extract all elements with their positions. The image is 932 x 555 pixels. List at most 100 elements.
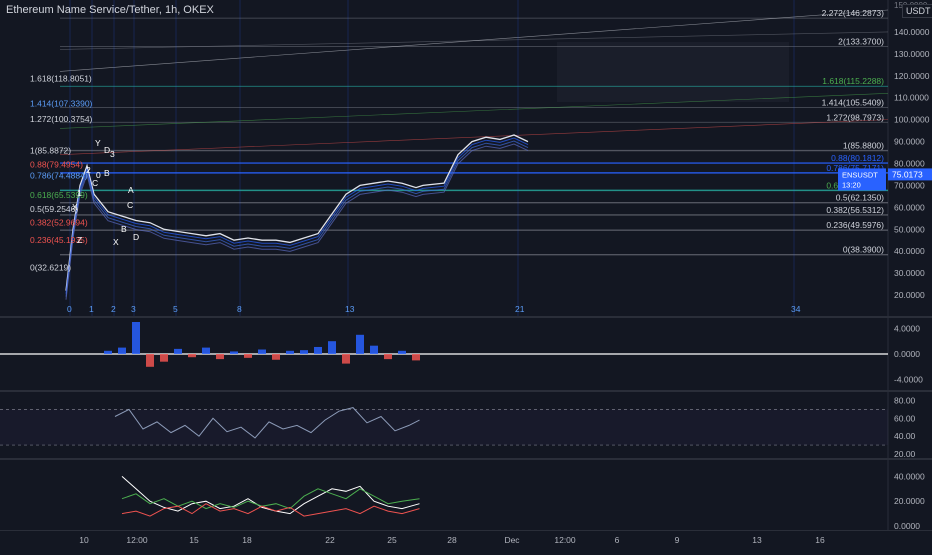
- osc1-histogram-bar: [398, 350, 406, 354]
- fib-right-label: 1.272(98.7973): [826, 112, 884, 122]
- price-axis-tick: 60.0000: [894, 202, 925, 212]
- osc1-axis-tick: -4.0000: [894, 375, 923, 385]
- time-axis-tick: 6: [615, 535, 620, 545]
- wave-count-label: 34: [791, 304, 801, 314]
- price-badge-value: 75.0173: [892, 169, 923, 179]
- osc3-axis-tick: 40.0000: [894, 471, 925, 481]
- osc1-axis-tick: 4.0000: [894, 323, 920, 333]
- osc1-histogram-bar: [174, 348, 182, 354]
- price-badge-timer: 13:20: [842, 180, 861, 189]
- osc1-histogram-bar: [146, 354, 154, 367]
- fib-right-label: 0.88(80.1812): [831, 153, 884, 163]
- osc1-histogram-bar: [286, 350, 294, 354]
- osc2-axis-tick: 60.00: [894, 413, 916, 423]
- osc2-axis-tick: 40.00: [894, 431, 916, 441]
- wave-count-label: 3: [131, 304, 136, 314]
- wave-count-label: 2: [111, 304, 116, 314]
- pattern-label: X: [113, 237, 119, 247]
- osc1-histogram-bar: [132, 322, 140, 354]
- fib-left-label: 1(85.8872): [30, 146, 71, 156]
- time-axis-tick: 9: [675, 535, 680, 545]
- osc1-histogram-bar: [342, 354, 350, 364]
- time-axis-tick: 13: [752, 535, 762, 545]
- wave-count-label: 21: [515, 304, 525, 314]
- osc1-histogram-bar: [384, 354, 392, 360]
- time-axis-tick: 25: [387, 535, 397, 545]
- pattern-label: X: [72, 202, 78, 212]
- fib-right-label: 0.236(49.5976): [826, 220, 884, 230]
- fib-left-label: 0.786(74.4884): [30, 171, 88, 181]
- price-axis-tick: 70.0000: [894, 180, 925, 190]
- wave-count-label: 5: [173, 304, 178, 314]
- osc1-histogram-bar: [328, 341, 336, 354]
- price-axis-tick: 100.0000: [894, 115, 930, 125]
- osc1-histogram-bar: [188, 354, 196, 358]
- time-axis-tick: 28: [447, 535, 457, 545]
- fib-left-label: 1.618(118.8051): [30, 73, 92, 83]
- fib-left-label: 0.382(52.9694): [30, 218, 88, 228]
- osc1-histogram-bar: [216, 354, 224, 360]
- price-axis-tick: 120.0000: [894, 71, 930, 81]
- pattern-label: B: [121, 224, 127, 234]
- fib-left-label: 0.88(79.4954): [30, 160, 83, 170]
- time-axis-tick: 16: [815, 535, 825, 545]
- osc1-axis-tick: 0.0000: [894, 349, 920, 359]
- pattern-label: 1: [77, 188, 82, 198]
- price-axis-tick: 20.0000: [894, 290, 925, 300]
- price-axis-tick: 50.0000: [894, 224, 925, 234]
- time-axis-tick: 12:00: [554, 535, 576, 545]
- symbol-title: Ethereum Name Service/Tether, 1h, OKEX: [6, 4, 214, 16]
- fib-right-label: 2(133.3700): [838, 36, 884, 46]
- pattern-label: Y: [95, 138, 101, 148]
- fib-right-label: 1.414(105.5409): [822, 97, 885, 107]
- time-axis-tick: 22: [325, 535, 335, 545]
- price-axis-tick: 80.0000: [894, 158, 925, 168]
- price-axis-tick: 140.0000: [894, 27, 930, 37]
- wave-count-label: 8: [237, 304, 242, 314]
- pattern-label: B: [104, 168, 110, 178]
- fib-right-label: 0(38.3900): [843, 245, 884, 255]
- pattern-label: C: [127, 200, 133, 210]
- osc1-histogram-bar: [244, 354, 252, 358]
- osc1-histogram-bar: [118, 347, 126, 354]
- price-axis-tick: 110.0000: [894, 93, 929, 103]
- fib-left-label: 0(32.6219): [30, 262, 71, 272]
- time-axis-tick: 18: [242, 535, 252, 545]
- main-pane: [0, 0, 932, 316]
- fib-right-label: 1(85.8800): [843, 141, 884, 151]
- chart-canvas[interactable]: 140.0000130.0000120.0000110.0000100.0000…: [0, 0, 932, 550]
- osc2-axis-tick: 80.00: [894, 395, 916, 405]
- fib-right-label: 2.272(146.2873): [822, 8, 885, 18]
- fib-right-label: 1.618(115.2288): [822, 76, 884, 86]
- pattern-label: 0: [96, 170, 101, 180]
- pattern-label: Z: [77, 235, 82, 245]
- fib-left-label: 1.272(100.3754): [30, 114, 93, 124]
- oscillator-pane-3: [0, 460, 932, 530]
- fib-left-label: 1.414(107.3390): [30, 99, 93, 109]
- fib-right-label: 0.5(62.1350): [836, 193, 884, 203]
- osc1-histogram-bar: [258, 349, 266, 354]
- wave-count-label: 13: [345, 304, 355, 314]
- time-axis-tick: 10: [79, 535, 89, 545]
- osc3-axis-tick: 20.0000: [894, 496, 925, 506]
- wave-count-label: 0: [67, 304, 72, 314]
- pattern-label: D: [133, 232, 139, 242]
- fib-right-label: 0.382(56.5312): [826, 205, 884, 215]
- osc3-axis-tick: 0.0000: [894, 521, 920, 531]
- osc1-histogram-bar: [356, 334, 364, 354]
- osc1-histogram-bar: [314, 346, 322, 354]
- price-axis-tick: 130.0000: [894, 49, 930, 59]
- price-badge-symbol: ENSUSDT: [842, 170, 878, 179]
- time-axis-tick: 15: [189, 535, 199, 545]
- currency-button[interactable]: USDT: [902, 4, 932, 18]
- pattern-label: 2: [86, 165, 91, 175]
- osc1-histogram-bar: [272, 354, 280, 360]
- price-axis-tick: 90.0000: [894, 137, 925, 147]
- osc1-histogram-bar: [230, 351, 238, 354]
- osc1-histogram-bar: [370, 345, 378, 354]
- projection-box: [557, 42, 789, 102]
- time-axis-tick: 12:00: [126, 535, 148, 545]
- chart-area[interactable]: 140.0000 130.0000 120.0000 110.0000 100.0000…: [0, 0, 932, 550]
- pattern-label: 3: [110, 149, 115, 159]
- pattern-label: A: [128, 185, 134, 195]
